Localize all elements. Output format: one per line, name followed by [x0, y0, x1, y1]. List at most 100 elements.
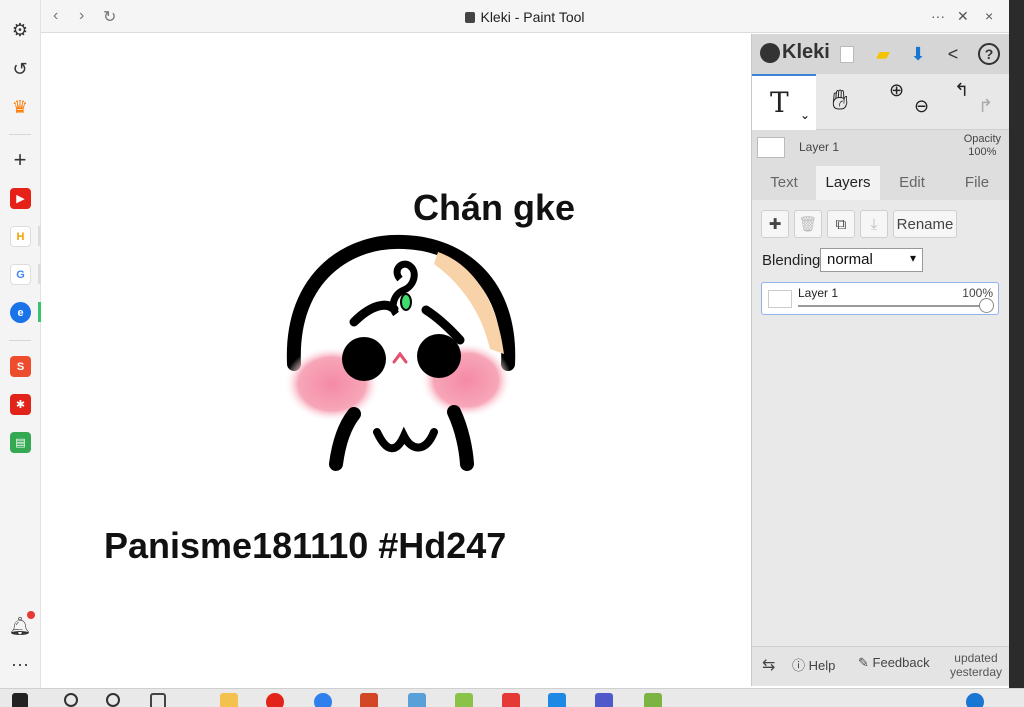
history-icon[interactable]: ↺ [8, 57, 32, 81]
sidebar-divider [9, 340, 31, 341]
blending-select[interactable]: normal ▾ [820, 248, 923, 272]
tab-file[interactable]: File [944, 166, 1010, 200]
crown-icon[interactable]: ♛ [8, 95, 32, 119]
eye-right [417, 334, 461, 378]
opera-icon[interactable] [266, 693, 284, 707]
panel-footer: ⇆ ⓘ Help ✎ Feedback updated yesterday [752, 646, 1010, 686]
shopee-icon[interactable]: S [10, 356, 31, 377]
caption-top: Chán gke [413, 187, 576, 228]
duplicate-layer-button[interactable]: ⧉ [827, 210, 855, 238]
close-icon[interactable]: × [985, 8, 993, 24]
more-options-icon[interactable]: ··· [931, 8, 945, 24]
page-title-text: Kleki - Paint Tool [480, 9, 585, 25]
page-title: Kleki - Paint Tool [41, 9, 1009, 25]
panel-tabs: Text Layers Edit File [752, 166, 1010, 200]
rename-button[interactable]: Rename [893, 210, 957, 238]
help-tray-icon[interactable] [966, 693, 984, 707]
plus-icon[interactable]: + [8, 147, 32, 172]
layer-opacity-knob[interactable] [979, 298, 994, 313]
kleki-panel: Kleki ▰ ⬇ < ? T ⌄ ✋︎ ⊕ ⊖ ↰ ↱ Layer 1 Opa… [751, 34, 1010, 686]
search-icon[interactable] [64, 693, 78, 707]
photos-icon[interactable] [408, 693, 426, 707]
promo-app-icon[interactable]: ✱ [10, 394, 31, 415]
kleki-toolbar: Kleki ▰ ⬇ < ? [752, 34, 1010, 74]
feedback-link[interactable]: ✎ Feedback [858, 655, 930, 671]
shopee-taskbar-icon[interactable] [502, 693, 520, 707]
share-icon[interactable]: < [942, 43, 964, 65]
opacity-label: Opacity [963, 133, 1001, 145]
undo-icon[interactable]: ↰ [954, 80, 969, 101]
feedback-label: Feedback [872, 655, 930, 670]
zoom-in-icon[interactable]: ⊕ [889, 80, 904, 101]
help-label: Help [808, 658, 836, 673]
powerpoint-icon[interactable] [360, 693, 378, 707]
cortana-icon[interactable] [106, 693, 120, 707]
tab-text[interactable]: Text [752, 166, 816, 200]
layer-card-thumbnail [768, 290, 792, 308]
tool-row: T ⌄ ✋︎ ⊕ ⊖ ↰ ↱ [752, 74, 1010, 130]
chevron-down-icon: ▾ [909, 251, 916, 265]
nose [392, 351, 408, 364]
tab-edit[interactable]: Edit [880, 166, 944, 200]
more-icon[interactable]: ··· [8, 652, 32, 676]
window-edge [1009, 0, 1024, 688]
feedback-icon: ✎ [858, 655, 869, 670]
updated-line2: yesterday [949, 665, 1002, 679]
layer-thumbnail[interactable] [757, 137, 785, 158]
swap-side-icon[interactable]: ⇆ [762, 655, 775, 675]
help-icon[interactable]: ? [978, 43, 1000, 65]
blending-value: normal [827, 251, 873, 268]
open-folder-icon[interactable]: ▰ [872, 43, 894, 65]
help-link[interactable]: ⓘ Help [792, 655, 835, 674]
add-layer-button[interactable]: ✚ [761, 210, 789, 238]
eye-left [342, 337, 386, 381]
opacity-value: 100% [968, 146, 997, 158]
download-icon[interactable]: ⬇ [907, 43, 929, 65]
layer-list-item[interactable]: Layer 1 100% [761, 282, 999, 315]
caption-bottom: Panisme181110 #Hd247 [104, 525, 507, 566]
arm-right [447, 405, 474, 471]
teams-icon[interactable] [595, 693, 613, 707]
blending-label: Blending [762, 252, 821, 269]
redo-icon[interactable]: ↱ [978, 96, 993, 117]
current-layer-name: Layer 1 [799, 140, 840, 154]
opacity-readout: Opacity 100% [964, 133, 1001, 159]
sheets-icon[interactable]: ▤ [10, 432, 31, 453]
sidebar-strip [38, 264, 41, 284]
google-icon[interactable]: G [10, 264, 31, 285]
zoom-out-icon[interactable]: ⊖ [914, 96, 929, 117]
messenger-icon[interactable]: e [10, 302, 31, 323]
browser-taskbar-icon[interactable] [644, 693, 662, 707]
browser-topbar: ‹ › ↻ Kleki - Paint Tool ··· ✕ × [41, 0, 1009, 33]
file-explorer-icon[interactable] [220, 693, 238, 707]
kleki-logo[interactable]: Kleki [760, 41, 830, 64]
notification-dot [27, 611, 35, 619]
unpin-icon[interactable]: ✕ [957, 8, 969, 25]
text-tool-button[interactable]: T ⌄ [752, 74, 816, 130]
new-image-icon[interactable] [836, 43, 858, 65]
zalo-icon[interactable] [314, 693, 332, 707]
updated-info[interactable]: updated yesterday [950, 651, 1002, 679]
updated-line1: updated [954, 651, 998, 665]
task-view-icon[interactable] [150, 693, 166, 707]
taskbar [0, 688, 1024, 707]
settings-icon[interactable]: ⚙ [8, 18, 32, 42]
meet-icon[interactable] [548, 693, 566, 707]
delete-layer-button[interactable]: 🗑︎ [794, 210, 822, 238]
h-app-icon[interactable]: H [10, 226, 31, 247]
merge-down-button[interactable]: ⤓ [860, 210, 888, 238]
current-layer-row: Layer 1 Opacity 100% [752, 130, 1010, 166]
text-tool-icon: T [770, 86, 789, 119]
tab-layers[interactable]: Layers [816, 166, 880, 200]
sticker-drawing [284, 234, 516, 471]
layer-card-name: Layer 1 [798, 286, 839, 300]
youtube-icon[interactable]: ▶ [10, 188, 31, 209]
hand-tool-icon[interactable]: ✋︎ [832, 84, 848, 117]
eyebrow-left [349, 300, 399, 327]
start-icon[interactable] [12, 693, 28, 707]
paint-icon[interactable] [455, 693, 473, 707]
browser-sidebar: ⚙ ↺ ♛ + ▶ H G e S ✱ ▤ 🔔︎ ··· [0, 0, 41, 688]
layers-section: ✚ 🗑︎ ⧉ ⤓ Rename Blending normal ▾ Layer … [752, 200, 1010, 646]
layer-opacity-slider[interactable] [798, 305, 986, 307]
drawing-canvas[interactable]: Chán gke Panisme181110 #Hd247 [42, 34, 750, 686]
